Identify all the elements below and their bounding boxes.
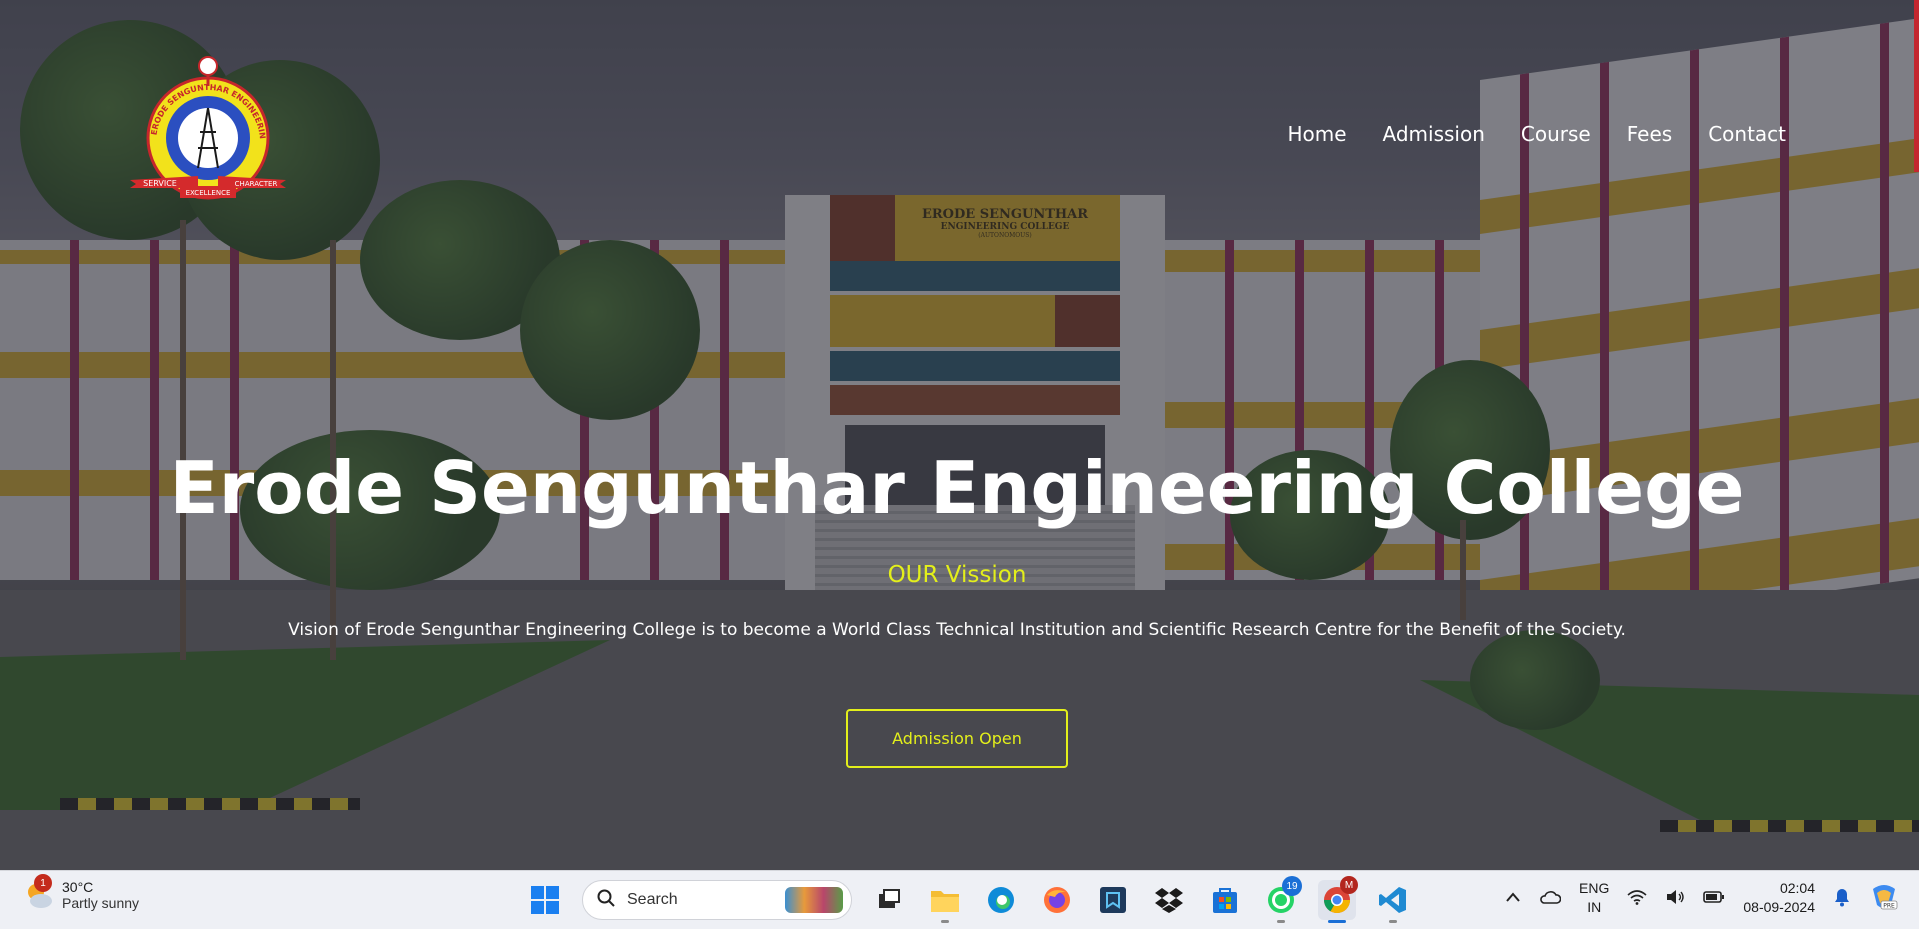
- search-placeholder: Search: [627, 891, 678, 908]
- whatsapp-badge: 19: [1282, 876, 1302, 896]
- chrome-icon[interactable]: M: [1318, 876, 1358, 923]
- nav-contact[interactable]: Contact: [1708, 122, 1786, 146]
- volume-icon[interactable]: [1665, 889, 1685, 908]
- vision-text: Vision of Erode Sengunthar Engineering C…: [288, 620, 1626, 640]
- lang-line2: IN: [1587, 899, 1602, 915]
- page-scrollbar[interactable]: [1914, 0, 1919, 172]
- nav-course[interactable]: Course: [1521, 122, 1591, 146]
- logo-ribbon-right: CHARACTER: [235, 180, 278, 188]
- system-tray: ENG IN 02:04 08-09-2024 PRE: [1505, 879, 1899, 917]
- windows-start-icon[interactable]: [526, 880, 564, 920]
- clock-time: 02:04: [1779, 880, 1815, 896]
- chrome-profile-badge: M: [1340, 876, 1358, 894]
- taskbar-apps: Search 19 M: [526, 876, 1412, 923]
- lang-line1: ENG: [1579, 880, 1610, 896]
- file-explorer-icon[interactable]: [926, 880, 964, 923]
- firefox-icon[interactable]: [1038, 880, 1076, 920]
- nav-admission[interactable]: Admission: [1383, 122, 1485, 146]
- chevron-up-icon[interactable]: [1505, 890, 1521, 906]
- taskbar-search[interactable]: Search: [582, 880, 852, 920]
- clock[interactable]: 02:04 08-09-2024: [1743, 879, 1815, 917]
- edge-icon[interactable]: [982, 880, 1020, 920]
- clock-date: 08-09-2024: [1743, 899, 1815, 915]
- admission-open-button[interactable]: Admission Open: [846, 709, 1068, 768]
- hero-title: Erode Sengunthar Engineering College: [169, 446, 1745, 530]
- onedrive-icon[interactable]: [1539, 889, 1562, 908]
- weather-widget[interactable]: 1 30°C Partly sunny: [24, 874, 140, 911]
- weather-temp: 30°C: [62, 879, 94, 895]
- search-highlight-icon: [785, 887, 843, 913]
- logo-ribbon-bottom: EXCELLENCE: [186, 189, 231, 197]
- search-icon: [597, 889, 615, 912]
- college-logo[interactable]: ERODE SENGUNTHAR ENGINEERING COLLEGE SER…: [128, 52, 288, 204]
- wifi-icon[interactable]: [1627, 889, 1647, 908]
- hero-section: ERODE SENGUNTHAR ENGINEERING COLLEGE (AU…: [0, 0, 1919, 870]
- weather-badge: 1: [34, 874, 52, 892]
- nav-home[interactable]: Home: [1287, 122, 1346, 146]
- store-icon[interactable]: [1206, 880, 1244, 920]
- dropbox-icon[interactable]: [1150, 880, 1188, 920]
- svg-text:PRE: PRE: [1883, 902, 1895, 909]
- partly-sunny-icon: 1: [24, 874, 54, 910]
- windows-taskbar: 1 30°C Partly sunny Search 19 M ENG IN 0…: [0, 870, 1919, 929]
- notification-bell-icon[interactable]: [1833, 887, 1851, 910]
- whatsapp-icon[interactable]: 19: [1262, 876, 1302, 923]
- main-nav: Home Admission Course Fees Contact: [1287, 122, 1786, 146]
- task-view-icon[interactable]: [870, 880, 908, 920]
- language-indicator[interactable]: ENG IN: [1579, 879, 1609, 917]
- app-blue-icon[interactable]: [1094, 880, 1132, 920]
- nav-fees[interactable]: Fees: [1627, 122, 1672, 146]
- logo-ribbon-left: SERVICE: [143, 179, 177, 188]
- vscode-icon[interactable]: [1374, 880, 1412, 923]
- weather-condition: Partly sunny: [62, 895, 140, 911]
- copilot-icon[interactable]: PRE: [1869, 883, 1899, 914]
- battery-icon[interactable]: [1703, 890, 1725, 907]
- vision-heading: OUR Vission: [887, 562, 1027, 588]
